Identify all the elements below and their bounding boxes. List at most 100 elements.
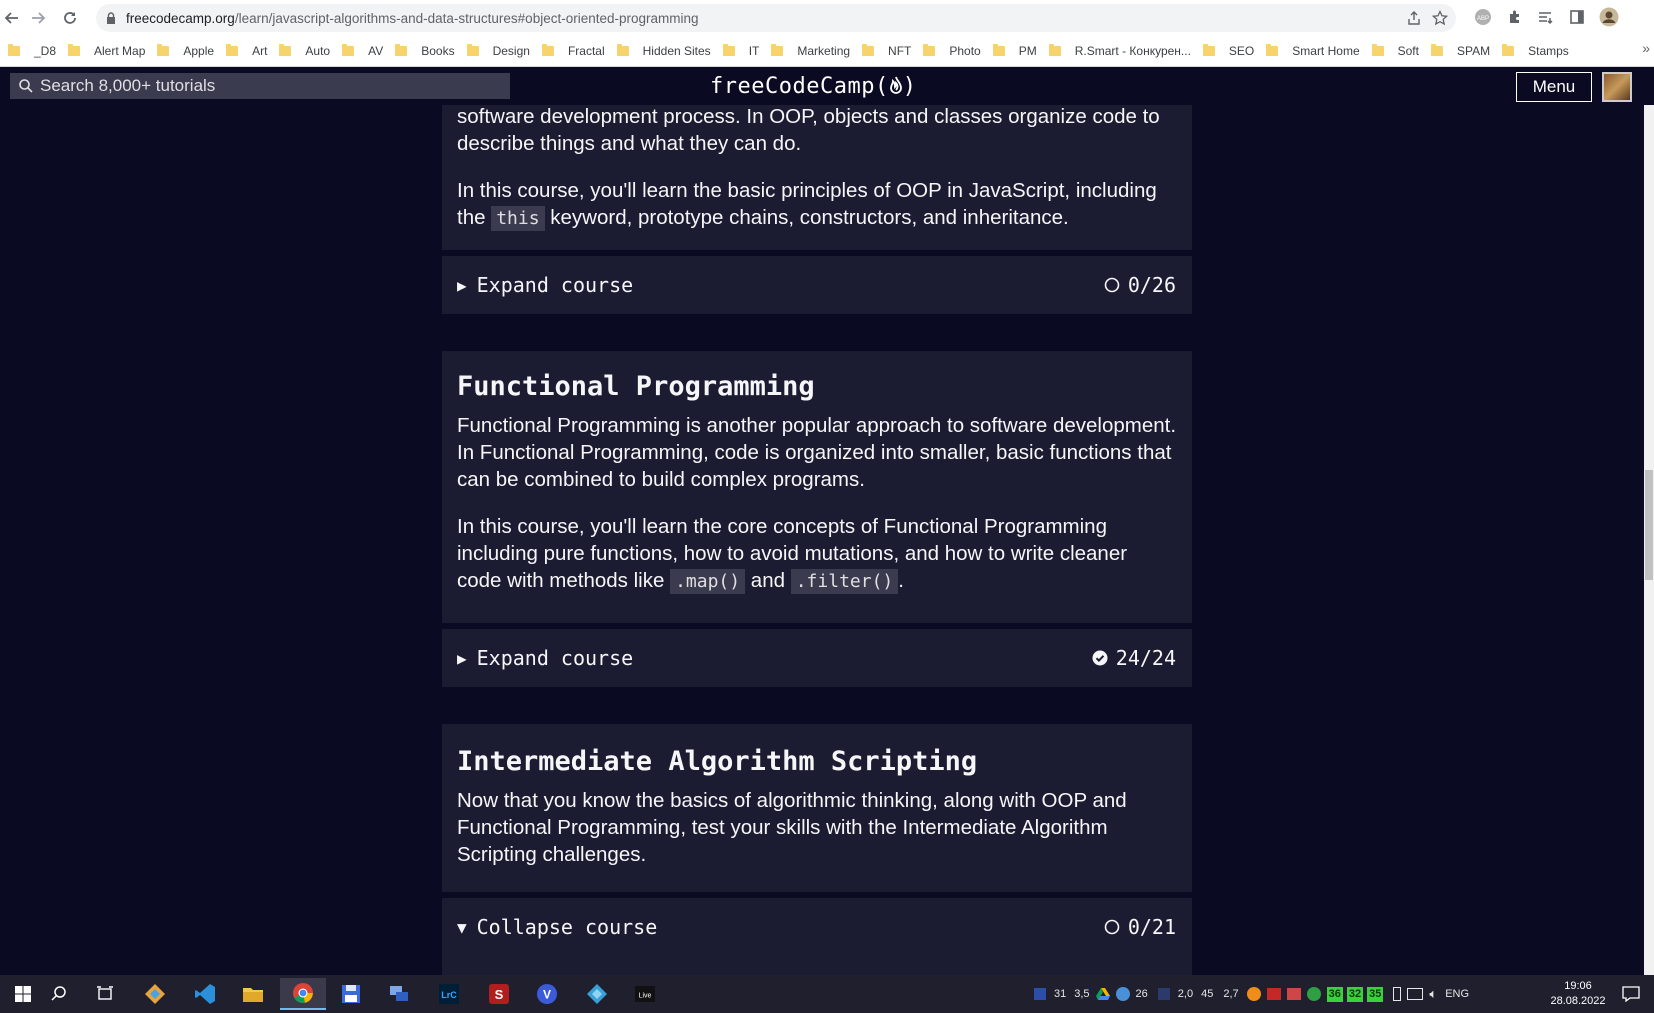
course-expand-bar: ▶ Expand course 24/24	[442, 623, 1192, 687]
taskbar-app-network[interactable]	[376, 978, 422, 1010]
fcc-logo[interactable]: freeCodeCamp( )	[710, 71, 916, 101]
volume-icon[interactable]: 🔈︎	[1429, 986, 1437, 1002]
temperature-badge[interactable]: 36	[1326, 986, 1343, 1002]
address-bar[interactable]: freecodecamp.org/learn/javascript-algori…	[96, 4, 1456, 32]
taskbar-app-save[interactable]	[328, 978, 374, 1010]
collapse-course-button[interactable]: ▼ Collapse course 0/21	[442, 898, 1192, 956]
bookmark-folder[interactable]: _D8	[4, 40, 64, 62]
bookmark-folder[interactable]: Design	[463, 40, 538, 62]
taskbar-app-lightroom[interactable]: LrC	[426, 978, 472, 1010]
bookmark-label: Auto	[305, 44, 331, 58]
orange-tray-icon[interactable]	[1246, 987, 1261, 1001]
taskbar-app-file-explorer[interactable]	[230, 978, 276, 1010]
red-tray-icon[interactable]	[1266, 988, 1281, 1000]
browser-chrome: freecodecamp.org/learn/javascript-algori…	[0, 0, 1654, 67]
network-icon[interactable]	[1407, 988, 1424, 1000]
bookmark-label: Design	[492, 44, 530, 58]
temperature-badge[interactable]: 35	[1367, 986, 1384, 1002]
course-card-functional-programming: Functional Programming Functional Progra…	[442, 351, 1192, 631]
bookmark-folder[interactable]: R.Smart - Конкурен...	[1045, 40, 1199, 62]
bookmark-folder[interactable]: Marketing	[767, 40, 858, 62]
share-icon[interactable]	[1406, 10, 1422, 26]
bookmark-folder[interactable]: SPAM	[1427, 40, 1498, 62]
folder-icon	[1371, 44, 1384, 56]
temperature-badge[interactable]: 32	[1346, 986, 1364, 1002]
bookmark-folder[interactable]: Photo	[919, 40, 988, 62]
bookmark-folder[interactable]: Auto	[275, 40, 338, 62]
extensions-puzzle-icon[interactable]	[1504, 6, 1526, 28]
folder-icon	[1048, 44, 1061, 56]
notifications-button[interactable]	[1612, 978, 1650, 1010]
tray-value: 31	[1054, 988, 1067, 1000]
bookmark-folder[interactable]: Art	[222, 40, 275, 62]
bookmark-folder[interactable]: Soft	[1368, 40, 1427, 62]
bookmark-folder[interactable]: Alert Map	[64, 40, 153, 62]
taskbar-app-kodi[interactable]	[574, 978, 620, 1010]
bookmark-folder[interactable]: PM	[989, 40, 1045, 62]
triangle-down-icon: ▼	[457, 917, 467, 937]
forward-button[interactable]	[26, 6, 50, 30]
language-indicator[interactable]: ENG	[1445, 988, 1469, 1000]
folder-icon	[923, 44, 936, 56]
green-tray-icon[interactable]	[1306, 987, 1321, 1001]
reload-button[interactable]	[58, 6, 82, 30]
bookmark-star-icon[interactable]	[1432, 10, 1448, 26]
bookmark-folder[interactable]: Books	[391, 40, 462, 62]
taskbar-app-vpn[interactable]: V	[524, 978, 570, 1010]
s-app-icon: S	[489, 984, 509, 1004]
user-avatar[interactable]	[1602, 72, 1632, 102]
progress-count: 0/26	[1127, 273, 1176, 297]
course-details-text: .	[898, 569, 904, 592]
bookmark-folder[interactable]: NFT	[858, 40, 919, 62]
search-input[interactable]: Search 8,000+ tutorials	[10, 73, 510, 99]
course-title[interactable]: Functional Programming	[457, 351, 1177, 402]
bookmark-folder[interactable]: Smart Home	[1262, 40, 1367, 62]
bookmarks-overflow-button[interactable]: »	[1642, 40, 1650, 56]
lock-icon	[104, 11, 118, 25]
folder-icon	[1266, 44, 1279, 56]
expand-course-button[interactable]: ▶ Expand course 0/26	[442, 256, 1192, 314]
taskbar-app-vscode[interactable]	[182, 978, 228, 1010]
speed-tray-icon[interactable]	[1286, 988, 1301, 1000]
bookmark-folder[interactable]: IT	[719, 40, 768, 62]
bookmark-label: AV	[368, 44, 384, 58]
bookmark-folder[interactable]: Hidden Sites	[613, 40, 719, 62]
profile-avatar-icon[interactable]	[1598, 6, 1620, 28]
address-row: freecodecamp.org/learn/javascript-algori…	[0, 0, 1654, 36]
taskbar-search-button[interactable]	[36, 978, 82, 1010]
side-panel-icon[interactable]	[1566, 6, 1588, 28]
bookmark-folder[interactable]: Apple	[153, 40, 222, 62]
bookmark-label: Stamps	[1528, 44, 1569, 58]
monitor-icon[interactable]	[1034, 988, 1046, 1000]
taskbar-app-gitkraken[interactable]	[132, 978, 178, 1010]
windows-taskbar: LrC S V Live 31 3,5 26 2,0 45 2,7 36 32 …	[0, 975, 1654, 1013]
tray-value: 2,7	[1223, 988, 1239, 1000]
windows-logo-icon	[15, 986, 31, 1002]
google-drive-icon[interactable]	[1095, 987, 1110, 1001]
cpu-icon[interactable]	[1157, 988, 1170, 1000]
reading-list-icon[interactable]	[1534, 6, 1556, 28]
back-button[interactable]	[0, 6, 24, 30]
taskbar-app-live[interactable]: Live	[622, 978, 668, 1010]
bookmark-folder[interactable]: SEO	[1199, 40, 1262, 62]
taskbar-app-chrome[interactable]	[280, 978, 326, 1010]
page-scrollbar[interactable]	[1644, 105, 1654, 975]
task-view-button[interactable]	[82, 978, 128, 1010]
folder-icon	[1430, 44, 1443, 56]
system-tray: 31 3,5 26 2,0 45 2,7 36 32 35 🔈︎ ENG	[1034, 975, 1469, 1013]
clock[interactable]: 19:06 28.08.2022	[1548, 979, 1608, 1009]
weather-icon[interactable]	[1115, 987, 1130, 1001]
bookmark-folder[interactable]: Fractal	[538, 40, 613, 62]
scrollbar-thumb[interactable]	[1645, 470, 1653, 580]
logo-close-paren: )	[902, 73, 917, 99]
bookmark-folder[interactable]: AV	[338, 40, 391, 62]
expand-course-button[interactable]: ▶ Expand course 24/24	[442, 629, 1192, 687]
bookmark-folder[interactable]: Stamps	[1498, 40, 1577, 62]
course-description: Functional Programming is another popula…	[457, 414, 1177, 491]
course-title[interactable]: Intermediate Algorithm Scripting	[457, 724, 1177, 777]
course-progress: 0/26	[1104, 256, 1176, 314]
adblock-extension-icon[interactable]: ABP	[1472, 6, 1494, 28]
usb-icon[interactable]	[1393, 987, 1402, 1001]
menu-button[interactable]: Menu	[1516, 72, 1592, 102]
taskbar-app-s[interactable]: S	[476, 978, 522, 1010]
